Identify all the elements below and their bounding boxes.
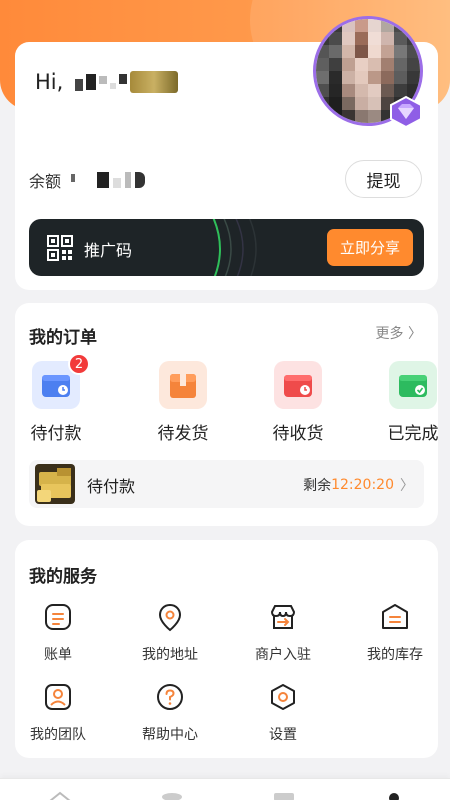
decorative-arcs (212, 219, 257, 276)
profile-card: Hi, 余额 提现 推广码 立即分享 (15, 16, 438, 290)
bill-icon (45, 604, 71, 630)
service-label: 我的地址 (142, 647, 198, 663)
service-team[interactable]: 我的团队 (8, 682, 108, 744)
services-card: 我的服务 账单 我的地址 商户入驻 我的库存 我的团队 帮助中心 设置 (15, 540, 438, 758)
balance-label: 余额 (29, 172, 62, 191)
orders-title: 我的订单 (29, 328, 97, 348)
chevron-right-icon: 〉 (400, 478, 414, 494)
order-status-label: 待付款 (30, 424, 82, 444)
share-now-button[interactable]: 立即分享 (327, 229, 413, 266)
cart-icon[interactable] (272, 791, 296, 800)
category-icon[interactable] (160, 791, 184, 800)
order-status-to-receive[interactable]: 待收货 (258, 361, 338, 444)
orders-card: 我的订单 更多 〉 2 待付款 待发货 待收货 已完成 待付款 剩余 12:20… (15, 303, 439, 526)
order-status-completed[interactable]: 已完成 (373, 361, 450, 444)
order-status-label: 待收货 (272, 424, 324, 444)
balance-masked (71, 172, 146, 188)
service-label: 帮助中心 (142, 727, 198, 743)
wallet-icon: 2 (32, 353, 90, 409)
remaining-label: 剩余 (303, 478, 332, 494)
location-icon (158, 603, 182, 632)
order-status-unpaid[interactable]: 2 待付款 (16, 353, 96, 444)
service-merchant[interactable]: 商户入驻 (233, 602, 333, 664)
services-title: 我的服务 (29, 567, 97, 587)
service-help-center[interactable]: 帮助中心 (120, 682, 220, 744)
service-label: 设置 (269, 727, 297, 743)
service-address[interactable]: 我的地址 (120, 602, 220, 664)
pending-payment-row[interactable]: 待付款 剩余 12:20:20 〉 (29, 460, 424, 508)
service-label: 我的库存 (367, 647, 423, 663)
order-status-to-ship[interactable]: 待发货 (143, 361, 223, 444)
completed-wallet-icon (389, 361, 437, 409)
service-label: 商户入驻 (255, 647, 311, 663)
promo-code-bar[interactable]: 推广码 立即分享 (29, 219, 424, 276)
delivery-wallet-icon (274, 361, 322, 409)
team-icon (45, 684, 71, 710)
home-icon[interactable] (48, 791, 72, 800)
withdraw-button[interactable]: 提现 (345, 160, 422, 198)
unpaid-count-badge: 2 (68, 353, 90, 375)
service-inventory[interactable]: 我的库存 (345, 602, 445, 664)
order-status-label: 已完成 (387, 424, 439, 444)
qr-code-icon (47, 235, 73, 261)
username-masked (75, 71, 179, 93)
package-icon (159, 361, 207, 409)
merchant-icon (270, 605, 296, 629)
help-icon (157, 684, 183, 710)
bottom-navigation (0, 778, 450, 800)
greeting-line: Hi, (35, 70, 179, 94)
avatar[interactable] (313, 16, 423, 129)
settings-icon (271, 684, 295, 710)
balance-row: 余额 (29, 168, 146, 192)
service-label: 账单 (44, 647, 72, 663)
order-status-row: 2 待付款 待发货 待收货 已完成 (15, 353, 439, 451)
profile-icon[interactable] (382, 791, 406, 800)
inventory-icon (382, 604, 408, 629)
vip-diamond-icon (390, 95, 422, 129)
service-label: 我的团队 (30, 727, 86, 743)
order-status-label: 待发货 (157, 424, 209, 444)
pending-countdown: 剩余 12:20:20 〉 (303, 475, 414, 495)
greeting-text: Hi, (35, 70, 64, 94)
service-settings[interactable]: 设置 (233, 682, 333, 744)
service-bill[interactable]: 账单 (8, 602, 108, 664)
product-thumbnail (35, 464, 75, 504)
countdown-timer: 12:20:20 (331, 477, 394, 493)
orders-more-link[interactable]: 更多 〉 (376, 323, 422, 343)
promo-code-label: 推广码 (84, 241, 133, 260)
pending-payment-label: 待付款 (87, 477, 136, 496)
